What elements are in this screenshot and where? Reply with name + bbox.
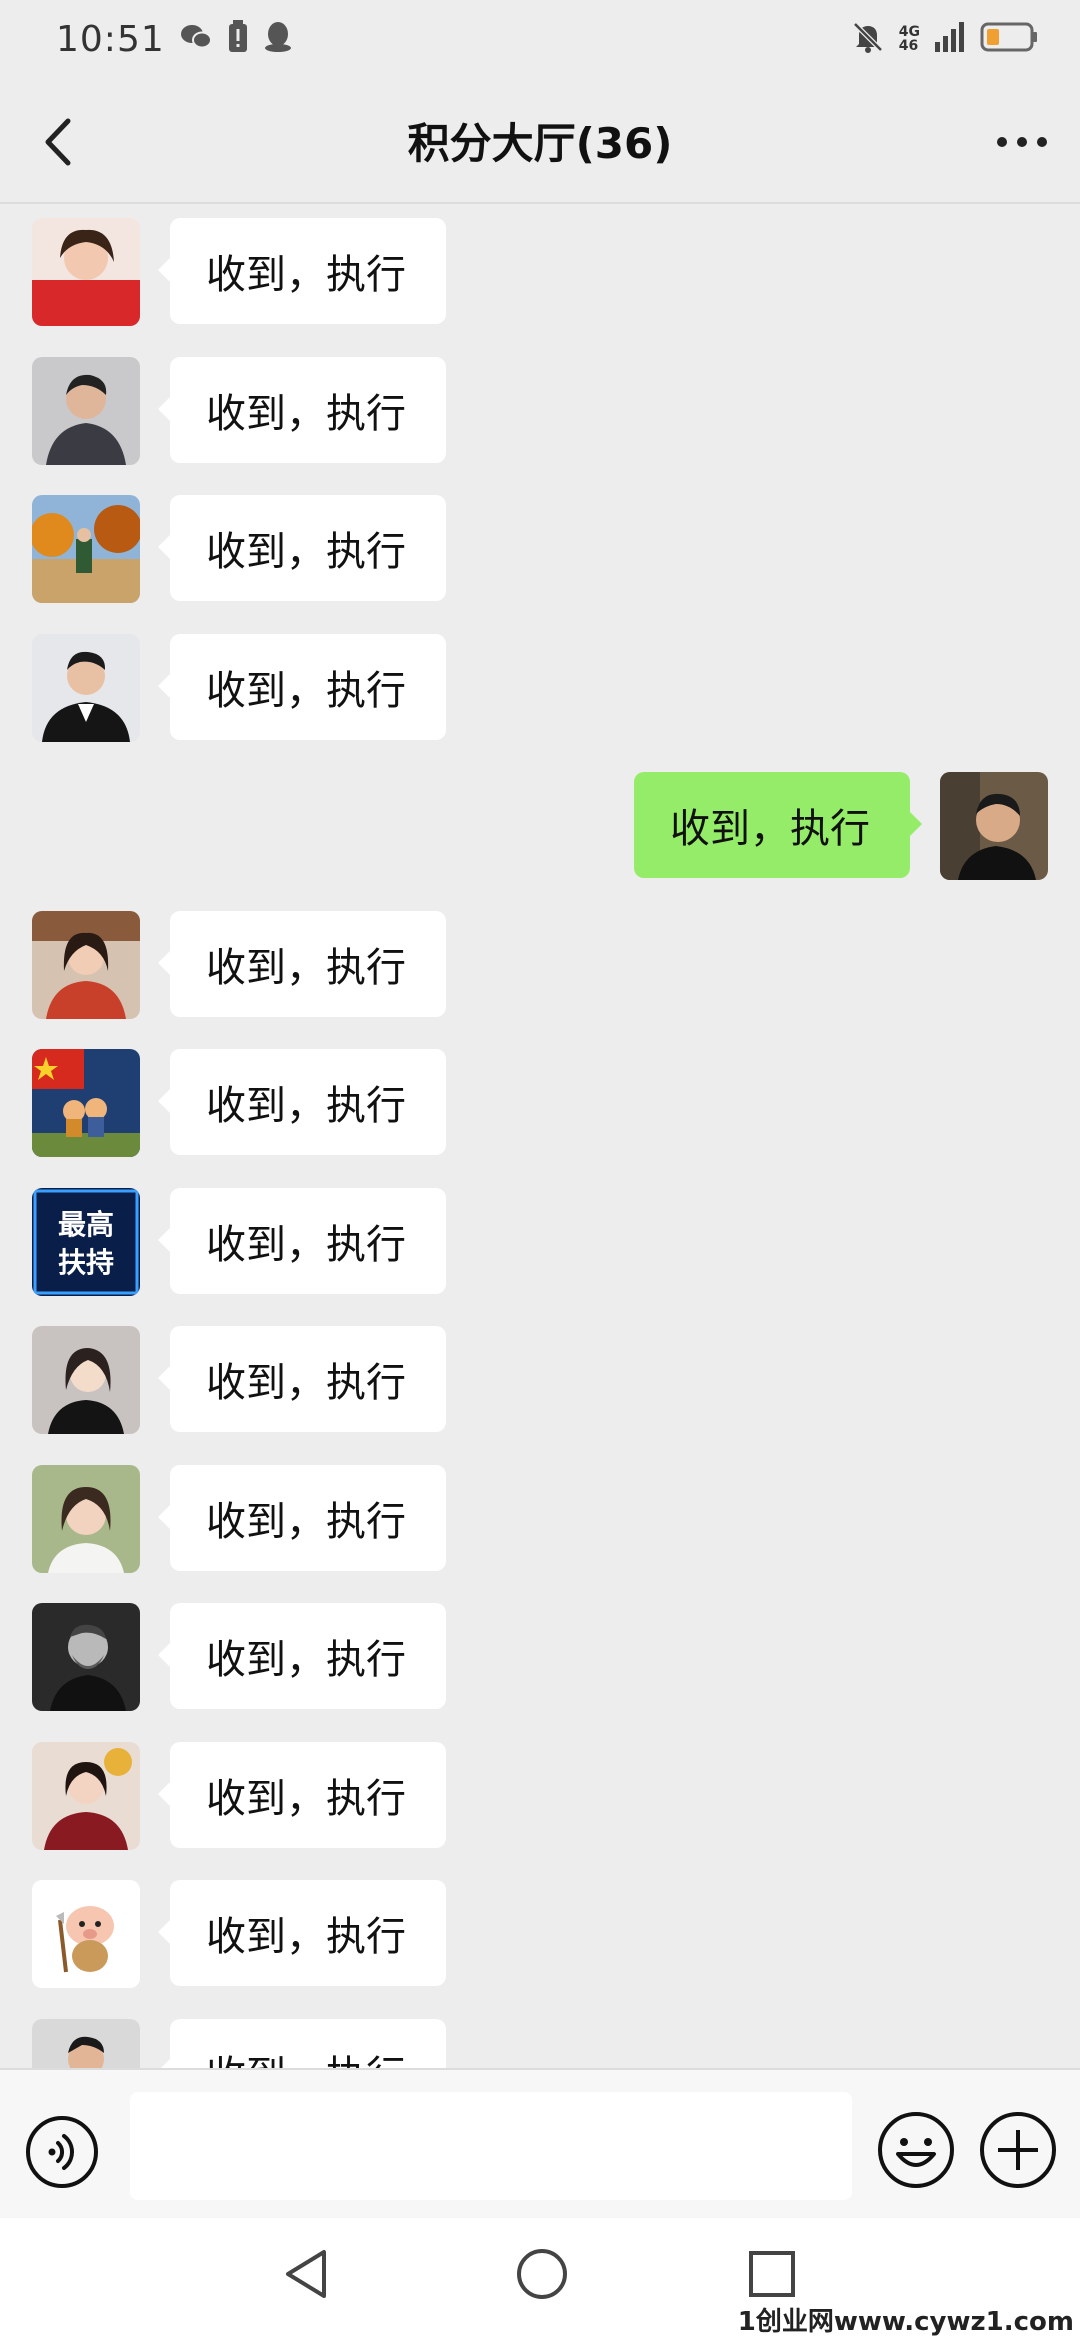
message-bubble[interactable]: 收到，执行 (158, 495, 446, 601)
message-list[interactable]: 收到，执行 收到，执行 收到，执行 收到，执行 收到，执行 收到，执行 收到，执行 最高 扶持收… (0, 206, 1080, 2068)
input-bar (0, 2068, 1080, 2218)
message-row: 收到，执行 (0, 1037, 1080, 1157)
message-row: 收到，执行 (0, 345, 1080, 465)
battery-low-icon (980, 21, 1040, 57)
svg-text:最高: 最高 (58, 1208, 114, 1241)
message-text: 收到，执行 (206, 668, 406, 714)
square-recent-icon (749, 2251, 795, 2297)
more-dots-icon (997, 137, 1047, 147)
avatar[interactable] (32, 1049, 140, 1157)
watermark: 1创业网www.cywz1.com (737, 2307, 1074, 2337)
circle-home-icon (517, 2249, 567, 2299)
nav-recent-apps-button[interactable] (742, 2244, 802, 2304)
message-input[interactable] (130, 2092, 852, 2200)
message-text: 收到，执行 (206, 391, 406, 437)
status-time: 10:51 (56, 18, 165, 60)
message-bubble[interactable]: 收到，执行 (158, 1188, 446, 1294)
emoji-button[interactable] (876, 2110, 956, 2190)
message-row: 收到，执行 (0, 206, 1080, 326)
network-type: 4G 46 (899, 25, 920, 53)
avatar[interactable] (32, 218, 140, 326)
message-row: 收到，执行 (0, 1868, 1080, 1988)
message-row: 收到，执行 (0, 483, 1080, 603)
message-text: 收到，执行 (206, 1499, 406, 1545)
avatar[interactable] (32, 1603, 140, 1711)
avatar[interactable] (32, 495, 140, 603)
more-options-button[interactable] (990, 114, 1054, 170)
avatar[interactable] (32, 357, 140, 465)
wechat-notification-icon (179, 22, 213, 56)
system-nav-bar: 1创业网www.cywz1.com (0, 2218, 1080, 2340)
signal-icon (934, 22, 966, 56)
avatar[interactable] (940, 772, 1048, 880)
message-text: 收到，执行 (206, 1360, 406, 1406)
message-bubble[interactable]: 收到，执行 (158, 1603, 446, 1709)
svg-text:扶持: 扶持 (58, 1246, 114, 1279)
message-bubble[interactable]: 收到，执行 (158, 1880, 446, 1986)
message-text: 收到，执行 (670, 806, 870, 852)
message-bubble[interactable]: 收到，执行 (158, 357, 446, 463)
avatar[interactable] (32, 1326, 140, 1434)
message-row: 收到，执行 (0, 1314, 1080, 1434)
nav-back-button[interactable] (278, 2244, 338, 2304)
plus-circle-icon (980, 2112, 1056, 2188)
more-actions-button[interactable] (978, 2110, 1058, 2190)
message-text: 收到，执行 (206, 1222, 406, 1268)
message-bubble[interactable]: 收到，执行 (158, 1742, 446, 1848)
mute-bell-icon (851, 20, 885, 58)
message-bubble[interactable]: 收到，执行 (158, 911, 446, 1017)
message-row: 收到，执行 (0, 1453, 1080, 1573)
status-right: 4G 46 (851, 20, 1040, 58)
message-text: 收到，执行 (206, 1776, 406, 1822)
message-bubble[interactable]: 收到，执行 (634, 772, 922, 878)
message-bubble[interactable]: 收到，执行 (158, 1465, 446, 1571)
avatar[interactable] (32, 2019, 140, 2068)
network-type-top: 4G (898, 24, 920, 40)
message-text: 收到，执行 (206, 1083, 406, 1129)
message-bubble[interactable]: 收到，执行 (158, 2019, 446, 2068)
avatar[interactable]: 最高 扶持 (32, 1188, 140, 1296)
message-row: 收到，执行 (0, 899, 1080, 1019)
chevron-left-icon (45, 118, 71, 166)
avatar[interactable] (32, 1742, 140, 1850)
voice-icon (26, 2116, 98, 2188)
message-text: 收到，执行 (206, 1637, 406, 1683)
status-left: 10:51 (56, 19, 293, 60)
back-button[interactable] (30, 114, 86, 170)
chat-title: 积分大厅(36) (407, 118, 673, 168)
message-text: 收到，执行 (206, 945, 406, 991)
message-row: 收到，执行 (0, 1591, 1080, 1711)
message-bubble[interactable]: 收到，执行 (158, 1049, 446, 1155)
message-row-self: 收到，执行 (0, 760, 1080, 880)
message-text: 收到，执行 (206, 252, 406, 298)
avatar[interactable] (32, 634, 140, 742)
message-row: 最高扶持 收到，执行 (0, 1176, 1080, 1296)
nav-home-button[interactable] (512, 2244, 572, 2304)
message-bubble[interactable]: 收到，执行 (158, 1326, 446, 1432)
voice-input-button[interactable] (24, 2114, 100, 2190)
avatar[interactable] (32, 1880, 140, 1988)
message-bubble[interactable]: 收到，执行 (158, 634, 446, 740)
smiley-icon (878, 2112, 954, 2188)
message-text: 收到，执行 (206, 2043, 406, 2068)
message-text: 收到，执行 (206, 529, 406, 575)
status-bar: 10:51 4G 46 (0, 0, 1080, 78)
avatar[interactable] (32, 911, 140, 1019)
avatar[interactable] (32, 1465, 140, 1573)
message-row: 收到，执行 (0, 2007, 1080, 2068)
message-row: 收到，执行 (0, 1730, 1080, 1850)
triangle-back-icon (286, 2250, 326, 2298)
battery-alert-icon (227, 20, 249, 58)
qq-penguin-icon (263, 20, 293, 58)
message-text: 收到，执行 (206, 1914, 406, 1960)
chat-header: 积分大厅(36) (0, 78, 1080, 204)
message-bubble[interactable]: 收到，执行 (158, 218, 446, 324)
network-type-bottom: 46 (898, 38, 919, 54)
message-row: 收到，执行 (0, 622, 1080, 742)
